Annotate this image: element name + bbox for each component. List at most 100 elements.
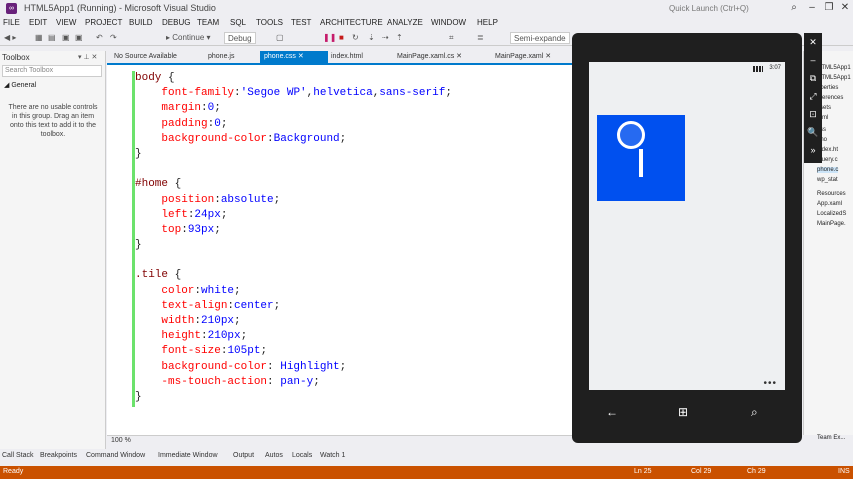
code-line[interactable]: font-family:'Segoe WP',helvetica,sans-se… — [135, 86, 452, 101]
code-line[interactable]: body { — [135, 71, 452, 86]
close-button[interactable]: ✕ — [836, 1, 853, 15]
emulator-tool-icon[interactable]: » — [806, 145, 820, 155]
solution-item[interactable]: phone.c — [817, 167, 839, 173]
bottom-tab[interactable]: Watch 1 — [320, 452, 345, 459]
code-line[interactable]: -ms-touch-action: pan-y; — [135, 375, 452, 390]
code-line[interactable]: width:210px; — [135, 314, 452, 329]
solution-item[interactable]: MainPage. — [817, 221, 846, 227]
code-text[interactable]: body { font-family:'Segoe WP',helvetica,… — [135, 71, 452, 405]
code-line[interactable]: height:210px; — [135, 329, 452, 344]
bottom-tab[interactable]: Call Stack — [2, 452, 34, 459]
code-line[interactable]: left:24px; — [135, 208, 452, 223]
hex-icon[interactable]: ⌗ — [449, 32, 454, 44]
menu-sql[interactable]: SQL — [230, 18, 246, 27]
tab-phone-js[interactable]: phone.js — [204, 51, 254, 63]
emulator-tool-icon[interactable]: ⧉ — [806, 73, 820, 84]
solution-item[interactable]: HTML5App1 — [817, 75, 851, 81]
menu-tools[interactable]: TOOLS — [256, 18, 283, 27]
menu-team[interactable]: TEAM — [197, 18, 219, 27]
phone-app-bar[interactable]: ••• — [589, 378, 785, 390]
menu-file[interactable]: FILE — [3, 18, 20, 27]
back-icon[interactable]: ◀ ▸ — [4, 32, 16, 44]
open-icon[interactable]: ▤ — [48, 32, 56, 44]
attach-icon[interactable]: ▢ — [276, 32, 284, 44]
code-line[interactable]: color:white; — [135, 284, 452, 299]
phone-back-icon[interactable]: ← — [606, 405, 618, 419]
new-project-icon[interactable]: ▦ — [35, 32, 43, 44]
toolbox-group-general[interactable]: ◢ General — [4, 81, 36, 89]
phone-search-icon[interactable]: ⌕ — [751, 405, 758, 420]
solution-item[interactable]: wp_stat — [817, 177, 838, 183]
configuration-dropdown[interactable]: Debug — [224, 32, 256, 44]
step-out-icon[interactable]: ⇡ — [396, 32, 403, 44]
stop-icon[interactable]: ■ — [339, 32, 344, 44]
bottom-tab[interactable]: Autos — [265, 452, 283, 459]
code-line[interactable] — [135, 253, 452, 268]
code-line[interactable]: #home { — [135, 177, 452, 192]
solution-item[interactable]: Resources — [817, 191, 846, 197]
step-into-icon[interactable]: ⇣ — [368, 32, 375, 44]
search-tile[interactable] — [597, 115, 685, 201]
bottom-tab[interactable]: Locals — [292, 452, 312, 459]
emulator-tool-icon[interactable]: – — [806, 55, 820, 65]
menu-debug[interactable]: DEBUG — [162, 18, 190, 27]
team-explorer-tab[interactable]: Team Ex... — [817, 435, 845, 441]
zoom-dropdown[interactable]: 100 % — [111, 437, 131, 444]
emulator-screen[interactable] — [589, 62, 785, 390]
code-line[interactable] — [135, 162, 452, 177]
menu-edit[interactable]: EDIT — [29, 18, 47, 27]
bottom-tab[interactable]: Breakpoints — [40, 452, 77, 459]
menu-view[interactable]: VIEW — [56, 18, 76, 27]
redo-icon[interactable]: ↷ — [110, 32, 117, 44]
code-line[interactable]: top:93px; — [135, 223, 452, 238]
save-all-icon[interactable]: ▣ — [75, 32, 83, 44]
code-line[interactable]: padding:0; — [135, 117, 452, 132]
tab-index-html[interactable]: index.html — [327, 51, 387, 63]
solution-item[interactable]: LocalizedS — [817, 211, 846, 217]
step-over-icon[interactable]: ⇢ — [382, 32, 389, 44]
code-line[interactable]: } — [135, 238, 452, 253]
search-icon[interactable]: ⌕ — [785, 1, 803, 15]
emulator-tool-icon[interactable]: ⤢ — [806, 91, 820, 102]
toolbox-search-input[interactable]: Search Toolbox — [2, 65, 102, 77]
undo-icon[interactable]: ↶ — [96, 32, 103, 44]
tab-mainpage-xaml-cs[interactable]: MainPage.xaml.cs ✕ — [393, 51, 479, 63]
menu-build[interactable]: BUILD — [129, 18, 153, 27]
phone-start-icon[interactable]: ⊞ — [678, 405, 688, 419]
bottom-tab[interactable]: Command Window — [86, 452, 145, 459]
layout-dropdown[interactable]: Semi-expande — [510, 32, 570, 44]
pin-icon[interactable]: ▾ ⊥ ✕ — [78, 53, 97, 61]
bottom-tab[interactable]: Immediate Window — [158, 452, 218, 459]
save-icon[interactable]: ▣ — [62, 32, 70, 44]
code-line[interactable]: font-size:105pt; — [135, 344, 452, 359]
format-icon[interactable]: ≣ — [477, 32, 484, 44]
menu-help[interactable]: HELP — [477, 18, 498, 27]
menu-project[interactable]: PROJECT — [85, 18, 122, 27]
code-line[interactable]: } — [135, 390, 452, 405]
pause-icon[interactable]: ❚❚ — [323, 32, 336, 44]
menu-window[interactable]: WINDOW — [431, 18, 466, 27]
emulator-tool-icon[interactable]: 🔍 — [806, 127, 820, 138]
bottom-tab[interactable]: Output — [233, 452, 254, 459]
code-line[interactable]: .tile { — [135, 268, 452, 283]
restart-icon[interactable]: ↻ — [352, 32, 359, 44]
code-line[interactable]: } — [135, 147, 452, 162]
emulator-tool-icon[interactable]: ✕ — [806, 37, 820, 48]
app-bar-ellipsis[interactable]: ••• — [763, 378, 777, 389]
quick-launch-input[interactable]: Quick Launch (Ctrl+Q) — [666, 2, 796, 15]
minimize-button[interactable]: – — [803, 1, 821, 15]
solution-item[interactable]: HTML5App1 — [817, 65, 851, 71]
solution-item[interactable]: App.xaml — [817, 201, 842, 207]
code-editor[interactable]: body { font-family:'Segoe WP',helvetica,… — [107, 63, 573, 437]
code-line[interactable]: text-align:center; — [135, 299, 452, 314]
emulator-tool-icon[interactable]: ⊡ — [806, 109, 820, 120]
menu-architecture[interactable]: ARCHITECTURE — [320, 18, 383, 27]
tab-no-source[interactable]: No Source Available — [110, 51, 200, 63]
continue-button[interactable]: ▸ Continue ▾ — [166, 32, 211, 44]
code-line[interactable]: background-color: Highlight; — [135, 360, 452, 375]
menu-analyze[interactable]: ANALYZE — [387, 18, 423, 27]
tab-phone-css[interactable]: phone.css ✕ — [260, 51, 328, 63]
code-line[interactable]: position:absolute; — [135, 193, 452, 208]
menu-test[interactable]: TEST — [291, 18, 311, 27]
code-line[interactable]: margin:0; — [135, 101, 452, 116]
